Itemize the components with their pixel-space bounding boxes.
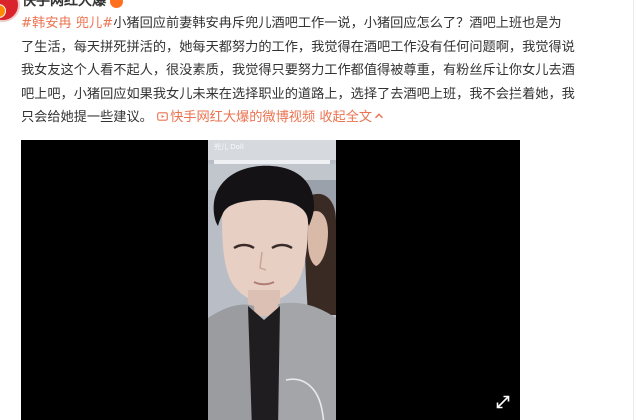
video-link-icon: [157, 112, 168, 121]
author-name[interactable]: 快手网红大爆: [22, 0, 106, 10]
video-player[interactable]: 兜儿 Doll: [21, 140, 520, 420]
author-row: 快手网红大爆: [22, 0, 123, 9]
fullscreen-arrows-icon[interactable]: [494, 393, 512, 411]
video-source-link-label: 快手网红大爆的微博视频: [170, 110, 316, 125]
post-body: #韩安冉 兜儿#小猪回应前妻韩安冉斥兜儿酒吧工作一说，小猪回应怎么了？酒吧上班也…: [21, 12, 625, 130]
post-text-line2: 了生活，每天拼死拼活的，她每天都努力的工作，我觉得在酒吧工作没有任何问题啊，我觉…: [21, 39, 575, 55]
right-divider: [633, 0, 634, 420]
video-frame: 兜儿 Doll: [208, 140, 336, 420]
collapse-text-label: 收起全文: [319, 110, 373, 125]
author-emoji-icon: [110, 0, 123, 8]
collapse-text-button[interactable]: 收起全文: [319, 110, 384, 125]
chevron-up-icon: [375, 113, 384, 119]
video-frame-image: [208, 140, 336, 420]
post-text-line3: 我女友这个人看不起人，很没素质，我觉得只要努力工作都值得被尊重，有粉丝斥让你女儿…: [21, 63, 575, 78]
post-text-line5: 只会给她提一些建议。: [21, 110, 153, 125]
post-text-line4: 吧上吧，小猪回应如果我女儿未来在选择职业的道路上，选择了去酒吧上班，我不会拦着她…: [21, 86, 575, 102]
video-source-link[interactable]: 快手网红大爆的微博视频: [157, 110, 315, 125]
video-frame-label: 兜儿 Doll: [214, 143, 244, 151]
author-avatar[interactable]: [0, 0, 20, 22]
verified-badge-icon: [0, 4, 6, 18]
post-text-line1: 小猪回应前妻韩安冉斥兜儿酒吧工作一说，小猪回应怎么了？酒吧上班也是为: [113, 16, 562, 31]
weibo-post-page: 快手网红大爆 #韩安冉 兜儿#小猪回应前妻韩安冉斥兜儿酒吧工作一说，小猪回应怎么…: [0, 0, 643, 420]
hashtag-link[interactable]: #韩安冉 兜儿#: [21, 16, 113, 31]
